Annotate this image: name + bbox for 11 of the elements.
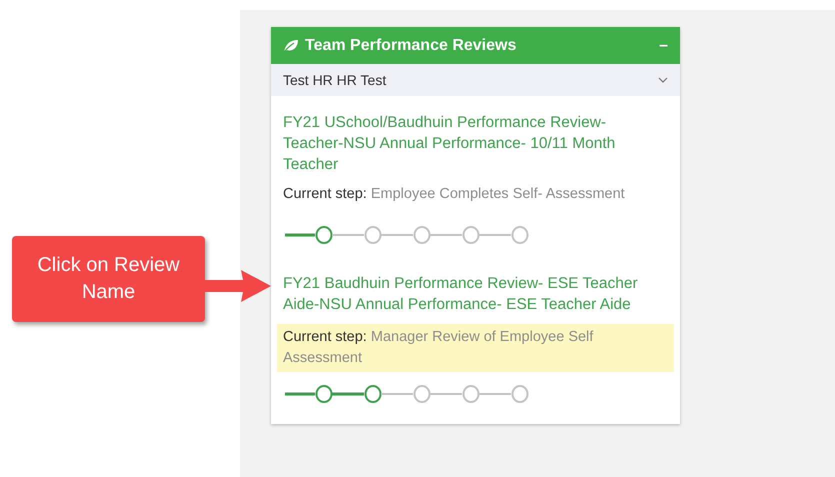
panel-title: Team Performance Reviews — [305, 36, 518, 56]
review-name-link[interactable]: FY21 USchool/Baudhuin Performance Review-Teacher-NSU Annual Performance- 10/11 Month Teacher — [283, 112, 668, 175]
collapse-button[interactable]: – — [659, 34, 668, 58]
callout-box: Click on Review Name — [12, 236, 205, 322]
pointer-arrow — [205, 268, 271, 304]
employee-dropdown[interactable]: Test HR HR Test — [271, 64, 680, 96]
review-name-link[interactable]: FY21 Baudhuin Performance Review- ESE Teacher Aide-NSU Annual Performance- ESE Teacher Aide — [283, 273, 668, 315]
leaf-icon — [283, 38, 299, 52]
current-step-text: Current step: Manager Review of Employee Self Assessment — [277, 324, 674, 372]
chevron-down-icon — [658, 77, 668, 83]
current-step-text: Current step: Employee Completes Self- Assessment — [282, 185, 626, 204]
